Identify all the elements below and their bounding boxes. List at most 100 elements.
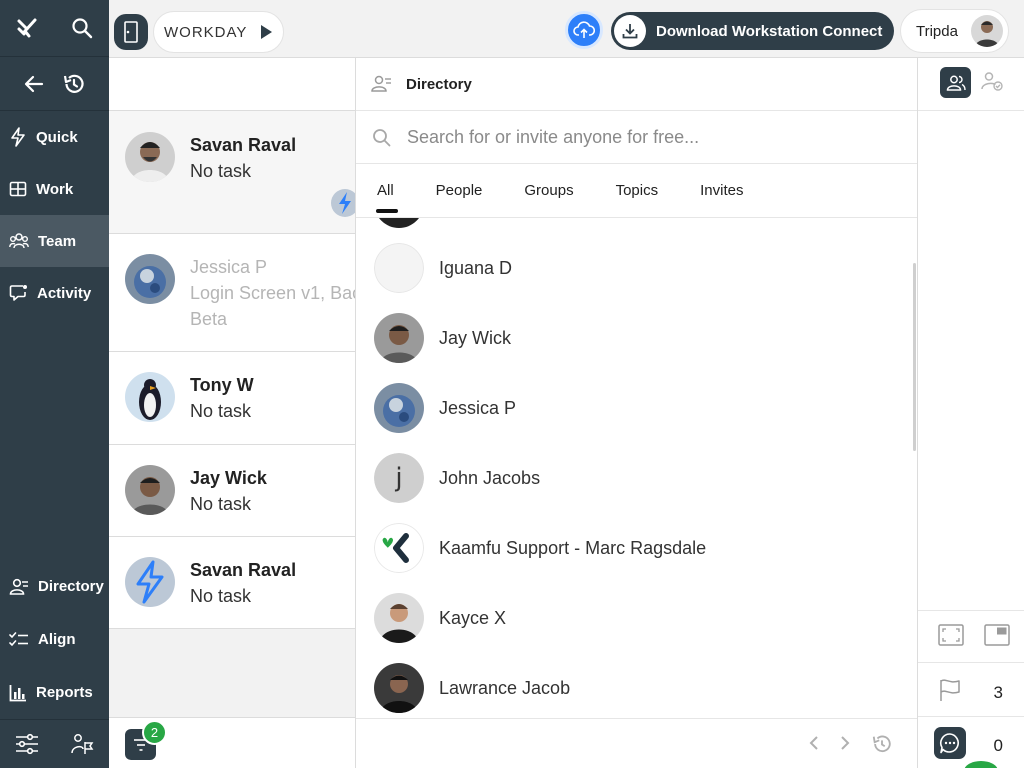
nav-item-label: Align	[38, 631, 76, 648]
nav-item-reports[interactable]: Reports	[0, 666, 109, 719]
top-header: WORKDAY Download Workstation Connect Tri…	[109, 0, 1024, 58]
list-item[interactable]: Kaamfu Support - Marc Ragsdale	[374, 523, 706, 573]
team-icon	[9, 232, 29, 250]
chat-bubble-icon	[939, 732, 961, 754]
flags-row[interactable]: 3	[918, 662, 1024, 716]
person-flag-icon[interactable]	[70, 733, 94, 755]
right-panel: 3 0	[918, 58, 1024, 768]
directory-search-bar	[356, 111, 917, 164]
nav-item-label: Team	[38, 232, 77, 250]
directory-search-input[interactable]	[407, 126, 887, 148]
user-menu[interactable]: Tripda	[900, 9, 1009, 53]
person-name: Iguana D	[439, 257, 513, 278]
chevron-left-icon[interactable]	[808, 735, 820, 751]
flag-icon	[939, 678, 961, 702]
lightning-icon	[9, 127, 27, 147]
door-button[interactable]	[114, 14, 148, 50]
chat-button[interactable]	[934, 727, 966, 759]
nav-item-label: Quick	[36, 128, 78, 146]
avatar	[125, 372, 175, 422]
tab-topics[interactable]: Topics	[616, 182, 659, 199]
directory-title: Directory	[406, 75, 472, 93]
directory-scrollbar[interactable]	[913, 263, 916, 451]
sidebar-history-row	[0, 57, 109, 111]
app-logo-icon[interactable]	[16, 17, 38, 39]
user-avatar	[971, 15, 1003, 47]
tab-groups[interactable]: Groups	[524, 182, 573, 199]
list-item[interactable]: Lawrance Jacob	[374, 663, 570, 713]
cloud-icon	[573, 21, 595, 39]
member-name: Tony W	[190, 375, 254, 395]
download-workstation-button[interactable]: Download Workstation Connect	[611, 12, 894, 50]
avatar	[374, 593, 424, 643]
nav-item-label: Work	[36, 180, 74, 198]
person-name: Lawrance Jacob	[439, 677, 571, 698]
chat-row[interactable]: 0	[918, 716, 1024, 768]
fullscreen-icon[interactable]	[938, 624, 964, 646]
tab-invites[interactable]: Invites	[700, 182, 743, 199]
nav-item-activity[interactable]: Activity	[0, 267, 109, 319]
history-icon[interactable]	[871, 733, 893, 755]
people-view-button[interactable]	[940, 67, 971, 98]
nav-item-label: Directory	[38, 578, 104, 595]
team-card[interactable]: Savan Raval No task	[109, 537, 355, 629]
list-item[interactable]: Kayce X	[374, 593, 506, 643]
download-label: Download Workstation Connect	[656, 22, 883, 40]
team-card[interactable]: Jessica P Login Screen v1, Backend Beta	[109, 234, 355, 352]
directory-panel: Directory All People Groups Topics Invit…	[355, 58, 918, 768]
nav-item-align[interactable]: Align	[0, 613, 109, 666]
view-mode-row	[918, 610, 1024, 662]
list-item[interactable]: j John Jacobs	[374, 453, 540, 503]
nav-item-label: Reports	[36, 684, 93, 701]
play-icon	[259, 24, 273, 40]
member-name: Jessica P	[190, 257, 268, 277]
chevron-right-icon[interactable]	[839, 735, 851, 751]
nav-item-team[interactable]: Team	[0, 215, 109, 267]
team-card[interactable]: Jay Wick No task	[109, 445, 355, 537]
avatar	[374, 663, 424, 713]
member-name: Savan Raval	[190, 560, 297, 580]
person-name: Kayce X	[439, 607, 507, 628]
history-icon[interactable]	[62, 72, 86, 96]
list-item[interactable]: Jessica P	[374, 383, 516, 433]
avatar	[374, 218, 424, 228]
people-icon	[946, 75, 966, 91]
avatar	[374, 313, 424, 363]
chat-activity-icon	[9, 284, 28, 302]
directory-footer	[356, 718, 917, 768]
person-name: Jessica P	[439, 397, 517, 418]
workday-button[interactable]: WORKDAY	[153, 11, 284, 53]
chat-count: 0	[993, 736, 1003, 755]
avatar	[374, 383, 424, 433]
bar-chart-icon	[9, 684, 27, 702]
team-card[interactable]: Tony W No task	[109, 352, 355, 445]
back-arrow-icon[interactable]	[24, 74, 44, 94]
member-name: Jay Wick	[190, 468, 267, 488]
mini-avatar	[331, 189, 355, 217]
right-panel-header	[918, 58, 1024, 111]
tab-all[interactable]: All	[376, 182, 398, 213]
nav-item-quick[interactable]: Quick	[0, 111, 109, 163]
avatar: j	[374, 453, 424, 503]
list-item[interactable]: Jay Wick	[374, 313, 511, 363]
nav-item-directory[interactable]: Directory	[0, 560, 109, 613]
member-task: Login Screen v1, Backend	[190, 283, 355, 303]
directory-icon	[9, 578, 29, 596]
online-status-indicator	[964, 761, 998, 768]
team-card[interactable]: Savan Raval No task	[109, 111, 355, 234]
cloud-sync-button[interactable]	[565, 11, 603, 49]
search-icon[interactable]	[71, 17, 93, 39]
grid-icon	[9, 180, 27, 198]
settings-sliders-icon[interactable]	[15, 733, 39, 755]
person-check-icon[interactable]	[980, 71, 1004, 91]
picture-in-picture-icon[interactable]	[984, 624, 1010, 646]
nav-item-work[interactable]: Work	[0, 163, 109, 215]
nav-item-label: Activity	[37, 284, 92, 302]
tab-people[interactable]: People	[436, 182, 483, 199]
person-name: John Jacobs	[439, 467, 541, 488]
team-list-footer: 2	[109, 717, 355, 768]
sidebar-top	[0, 0, 109, 57]
member-task: No task	[190, 161, 252, 181]
list-item[interactable]: Iguana D	[374, 243, 512, 293]
directory-header: Directory	[356, 58, 917, 111]
